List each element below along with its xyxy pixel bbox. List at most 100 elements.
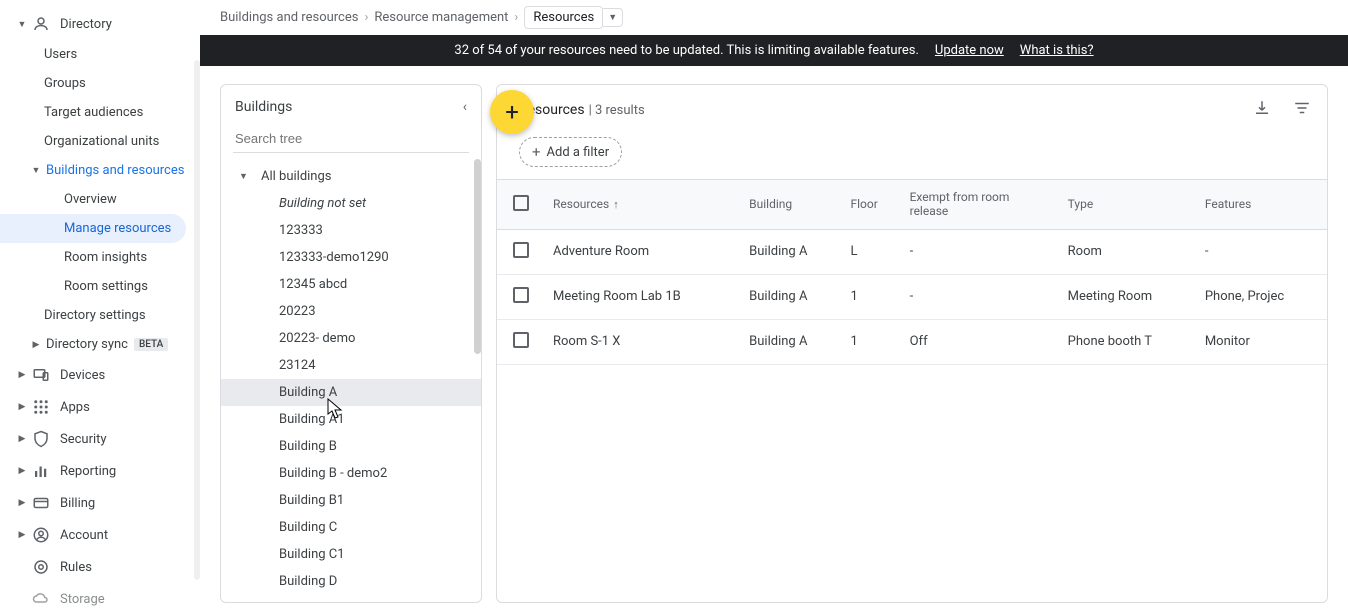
tree-label: 20223- demo [279,331,355,346]
nav-directory-settings[interactable]: Directory settings [0,301,200,330]
nav-target-audiences[interactable]: Target audiences [0,98,200,127]
plus-icon: + [532,143,541,161]
collapse-button[interactable]: ‹ [463,99,467,115]
cell-building: Building A [741,319,842,364]
buildings-header: Buildings ‹ [221,85,481,125]
tree-item[interactable]: 23124 [221,352,481,379]
tree-item[interactable]: 20223 [221,298,481,325]
nav-overview[interactable]: Overview [0,185,200,214]
banner-help-link[interactable]: What is this? [1020,43,1094,58]
col-type[interactable]: Type [1060,180,1197,229]
select-all-checkbox[interactable] [513,195,529,211]
sidebar-scrollbar[interactable] [194,60,200,580]
table-row[interactable]: Adventure Room Building A L - Room - [497,229,1327,274]
nav-directory-sync[interactable]: ▶ Directory sync BETA [0,330,200,359]
col-floor[interactable]: Floor [843,180,902,229]
download-icon [1253,99,1271,117]
cell-name: Meeting Room Lab 1B [545,274,741,319]
download-button[interactable] [1253,99,1271,121]
nav-label: Overview [64,192,117,207]
tree-item[interactable]: 123333-demo1290 [221,244,481,271]
breadcrumb-item[interactable]: Buildings and resources [220,10,358,25]
nav-security[interactable]: ▶ Security [0,423,200,455]
cell-type: Room [1060,229,1197,274]
nav-billing[interactable]: ▶ Billing [0,487,200,519]
cell-exempt: - [902,274,1060,319]
chevron-down-icon: ▼ [16,19,28,30]
nav-room-settings[interactable]: Room settings [0,272,200,301]
tree-item[interactable]: 123333 [221,217,481,244]
nav-room-insights[interactable]: Room insights [0,243,200,272]
col-label: Resources [553,197,609,211]
row-checkbox[interactable] [513,287,529,303]
tree-item[interactable]: 12345 abcd [221,271,481,298]
tree-item[interactable]: Building not set [221,190,481,217]
col-resources[interactable]: Resources↑ [545,180,741,229]
tree-root[interactable]: ▼ All buildings [221,163,481,190]
chevron-right-icon: ▶ [16,370,28,380]
col-label: Building [749,197,792,211]
nav-org-units[interactable]: Organizational units [0,127,200,156]
cell-type: Phone booth T [1060,319,1197,364]
tree-search-input[interactable] [233,125,469,153]
nav-label: Devices [60,368,105,383]
breadcrumb-dropdown[interactable]: ▼ [603,8,623,27]
nav-account[interactable]: ▶ Account [0,519,200,551]
tree-item[interactable]: Building B1 [221,487,481,514]
beta-badge: BETA [134,338,168,351]
nav-users[interactable]: Users [0,40,200,69]
tree-item[interactable]: Building A1 [221,406,481,433]
nav-devices[interactable]: ▶ Devices [0,359,200,391]
chevron-right-icon: ▶ [16,466,28,476]
building-tree: ▼ All buildings Building not set 123333 … [221,159,481,602]
filter-icon [1293,99,1311,117]
tree-item[interactable]: Building C [221,514,481,541]
filter-button[interactable] [1293,99,1311,121]
cell-building: Building A [741,229,842,274]
person-icon [32,15,50,33]
tree-label: Building C1 [279,547,345,562]
tree-label: 23124 [279,358,316,373]
apps-icon [32,398,50,416]
table-row[interactable]: Room S-1 X Building A 1 Off Phone booth … [497,319,1327,364]
table-row[interactable]: Meeting Room Lab 1B Building A 1 - Meeti… [497,274,1327,319]
nav-apps[interactable]: ▶ Apps [0,391,200,423]
banner-update-link[interactable]: Update now [935,43,1004,58]
cloud-icon [32,590,50,608]
nav-directory[interactable]: ▼ Directory [0,8,200,40]
nav-label: Security [60,432,107,447]
breadcrumb-item[interactable]: Resource management [374,10,508,25]
add-button[interactable]: + [490,90,534,134]
tree-item[interactable]: 20223- demo [221,325,481,352]
col-building[interactable]: Building [741,180,842,229]
banner-text: 32 of 54 of your resources need to be up… [454,43,919,58]
breadcrumb-current[interactable]: Resources [524,6,603,29]
tree-item[interactable]: Building B [221,433,481,460]
col-features[interactable]: Features [1197,180,1327,229]
tree-item[interactable]: Building B - demo2 [221,460,481,487]
nav-manage-resources[interactable]: Manage resources [0,214,186,243]
tree-label: Building not set [279,196,366,211]
nav-reporting[interactable]: ▶ Reporting [0,455,200,487]
tree-item[interactable]: Building C1 [221,541,481,568]
nav-storage[interactable]: Storage [0,583,200,615]
nav-label: Room settings [64,279,148,294]
nav-label: Billing [60,496,95,511]
row-checkbox[interactable] [513,242,529,258]
col-exempt[interactable]: Exempt from roomrelease [902,180,1060,229]
content: + Buildings ‹ ▼ All buildings B [200,66,1348,603]
buildings-title: Buildings [235,99,292,115]
tree-label: 12345 abcd [279,277,347,292]
row-checkbox[interactable] [513,332,529,348]
nav-label: Manage resources [64,221,171,236]
cell-features: - [1197,229,1327,274]
cell-features: Phone, Projec [1197,274,1327,319]
nav-rules[interactable]: Rules [0,551,200,583]
nav-buildings-resources[interactable]: ▼ Buildings and resources [0,156,200,185]
tree-scrollbar[interactable] [474,159,481,354]
add-filter-chip[interactable]: + Add a filter [519,137,622,167]
tree-item-selected[interactable]: Building A [221,379,481,406]
tree-item[interactable]: Building D [221,568,481,595]
nav-groups[interactable]: Groups [0,69,200,98]
col-label: release [910,204,949,218]
